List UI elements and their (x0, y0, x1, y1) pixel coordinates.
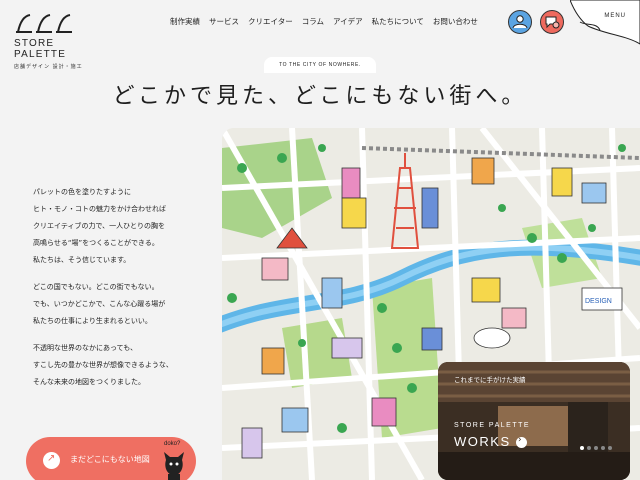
nav-about[interactable]: 私たちについて (372, 16, 424, 27)
works-brand: STORE PALETTE (454, 422, 531, 429)
slide-dot[interactable] (580, 446, 584, 450)
intro-line: パレットの色を塗りたすように (33, 188, 131, 196)
nav-idea[interactable]: アイデア (333, 16, 363, 27)
intro-line: すこし先の豊かな世界が想像できるような、 (33, 361, 173, 369)
intro-line: ヒト・モノ・コトの魅力をかけ合わせれば (33, 205, 166, 213)
works-card[interactable]: これまでに手がけた実績 STORE PALETTE WORKS › (438, 362, 630, 480)
slide-dot[interactable] (601, 446, 605, 450)
slide-dot[interactable] (608, 446, 612, 450)
nav-creator[interactable]: クリエイター (248, 16, 293, 27)
chat-button[interactable] (540, 10, 564, 34)
main-nav: 制作実績 サービス クリエイター コラム アイデア 私たちについて お問い合わせ (170, 16, 487, 27)
nav-works[interactable]: 制作実績 (170, 16, 200, 27)
cta-arrow-icon: ↗ (43, 452, 60, 469)
nav-contact[interactable]: お問い合わせ (433, 16, 478, 27)
cta-note: doko? (164, 441, 181, 447)
works-arrow-button[interactable]: › (516, 435, 527, 448)
slide-dot[interactable] (594, 446, 598, 450)
tagline: TO THE CITY OF NOWHERE. (264, 57, 376, 73)
intro-line: 私たちは、そう信じています。 (33, 256, 131, 264)
cta-label: まだどこにもない地図 (70, 455, 150, 464)
intro-line: どこの国でもない。どこの街でもない。 (33, 283, 159, 291)
logo[interactable]: STORE PALETTE 店舗デザイン 設計・施工 (14, 12, 104, 70)
menu-label: MENU (604, 13, 626, 19)
person-icon (512, 15, 528, 29)
chat-icon (545, 16, 560, 29)
intro-line: でも、いつかどこかで、こんな心躍る場が (33, 300, 166, 308)
works-caption: これまでに手がけた実績 (454, 376, 526, 384)
brand-name: STORE PALETTE (14, 38, 67, 60)
page-title: どこかで見た、どこにもない街へ。 (112, 84, 528, 109)
intro-line: クリエイティブの力で、一人ひとりの胸を (33, 222, 165, 230)
works-title: WORKS (454, 434, 511, 449)
intro-paragraph: どこの国でもない。どこの街でもない。 でも、いつかどこかで、こんな心躍る場が 私… (33, 279, 223, 330)
nav-service[interactable]: サービス (209, 16, 239, 27)
map-label-design: DESIGN (585, 298, 612, 305)
logo-mark-icon (16, 14, 72, 33)
menu-paper-icon (570, 0, 640, 45)
menu-button[interactable]: MENU (570, 0, 640, 52)
slide-indicator (580, 446, 612, 450)
person-button[interactable] (508, 10, 532, 34)
brand-subtitle: 店舗デザイン 設計・施工 (14, 64, 83, 70)
intro-line: そんな未来の地図をつくりました。 (33, 378, 145, 386)
arrow-right-icon: › (518, 435, 522, 445)
cat-character-icon (164, 452, 184, 480)
slide-dot[interactable] (587, 446, 591, 450)
intro-line: 私たちの仕事により生まれるといい。 (33, 317, 152, 325)
intro-paragraph: 不透明な世界のなかにあっても、 すこし先の豊かな世界が想像できるような、 そんな… (33, 340, 223, 391)
intro-copy: パレットの色を塗りたすように ヒト・モノ・コトの魅力をかけ合わせれば クリエイテ… (33, 184, 223, 401)
intro-line: 不透明な世界のなかにあっても、 (33, 344, 138, 352)
intro-line: 高鳴らせる“場”をつくることができる。 (33, 239, 159, 247)
intro-paragraph: パレットの色を塗りたすように ヒト・モノ・コトの魅力をかけ合わせれば クリエイテ… (33, 184, 223, 269)
nav-column[interactable]: コラム (302, 16, 324, 27)
